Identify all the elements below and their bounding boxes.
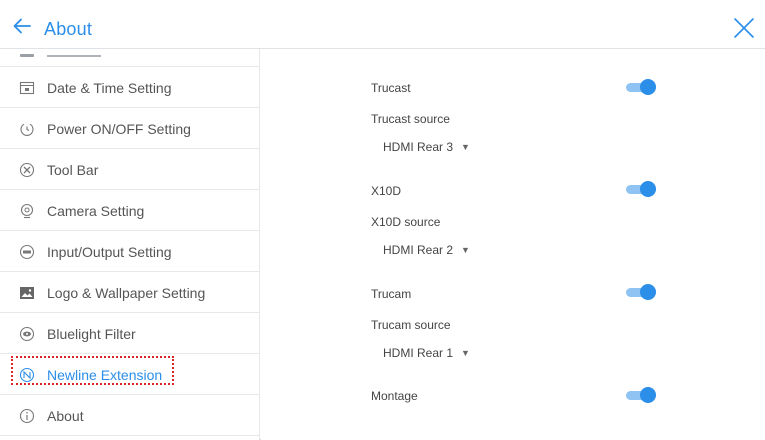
sidebar-item-tool-bar[interactable]: Tool Bar — [0, 150, 259, 190]
eye-filter-icon — [19, 326, 35, 342]
page-title: About — [44, 19, 93, 39]
camera-icon — [19, 203, 35, 219]
x10d-source-value: HDMI Rear 2 — [383, 243, 454, 257]
input-output-icon — [19, 244, 35, 260]
x10d-label: X10D — [371, 184, 402, 198]
sidebar-item-camera[interactable]: Camera Setting — [0, 191, 259, 231]
chevron-down-icon: ▼ — [461, 245, 470, 255]
partial-item-icon — [20, 54, 34, 57]
sidebar-item-partial[interactable] — [0, 49, 259, 67]
sidebar-item-label: Bluelight Filter — [47, 326, 136, 342]
sidebar-item-label: Input/Output Setting — [47, 244, 172, 260]
toggle-knob — [640, 181, 656, 197]
calendar-icon — [19, 80, 35, 96]
sidebar-item-power[interactable]: Power ON/OFF Setting — [0, 109, 259, 149]
x10d-toggle[interactable] — [626, 181, 656, 197]
sidebar-item-bluelight[interactable]: Bluelight Filter — [0, 314, 259, 354]
trucast-label: Trucast — [371, 81, 411, 95]
trucast-toggle[interactable] — [626, 79, 656, 95]
trucam-source-dropdown[interactable]: HDMI Rear 1 ▼ — [383, 346, 470, 360]
sidebar-item-logo-wallpaper[interactable]: Logo & Wallpaper Setting — [0, 273, 259, 313]
sidebar-item-label: Date & Time Setting — [47, 80, 172, 96]
sidebar-item-input-output[interactable]: Input/Output Setting — [0, 232, 259, 272]
x10d-source-label: X10D source — [371, 215, 441, 229]
header-bar: About — [0, 0, 765, 49]
trucam-source-label: Trucam source — [371, 318, 451, 332]
sidebar-item-label: Logo & Wallpaper Setting — [47, 285, 206, 301]
trucast-source-label: Trucast source — [371, 112, 450, 126]
partial-item-label — [47, 55, 101, 57]
toggle-knob — [640, 79, 656, 95]
info-icon — [19, 408, 35, 424]
image-icon — [19, 285, 35, 301]
trucast-source-value: HDMI Rear 3 — [383, 140, 454, 154]
trucam-toggle[interactable] — [626, 284, 656, 300]
chevron-down-icon: ▼ — [461, 348, 470, 358]
trucam-source-value: HDMI Rear 1 — [383, 346, 454, 360]
power-icon — [19, 121, 35, 137]
x10d-source-dropdown[interactable]: HDMI Rear 2 ▼ — [383, 243, 470, 257]
trucast-source-dropdown[interactable]: HDMI Rear 3 ▼ — [383, 140, 470, 154]
sidebar-item-date-time[interactable]: Date & Time Setting — [0, 68, 259, 108]
toggle-knob — [640, 387, 656, 403]
close-icon[interactable] — [732, 16, 756, 40]
chevron-down-icon: ▼ — [461, 142, 470, 152]
sidebar-item-label: About — [47, 408, 84, 424]
trucam-label: Trucam — [371, 287, 412, 301]
newline-extension-panel: Trucast Trucast source HDMI Rear 3 ▼ X10D… — [261, 49, 765, 440]
montage-toggle[interactable] — [626, 387, 656, 403]
sidebar-item-label: Camera Setting — [47, 203, 145, 219]
arrow-left-icon[interactable] — [12, 17, 32, 35]
toggle-knob — [640, 284, 656, 300]
montage-label: Montage — [371, 389, 418, 403]
sidebar-item-about[interactable]: About — [0, 396, 259, 436]
highlight-annotation — [11, 356, 174, 385]
tools-icon — [19, 162, 35, 178]
sidebar-item-label: Power ON/OFF Setting — [47, 121, 191, 137]
sidebar-item-label: Tool Bar — [47, 162, 99, 178]
